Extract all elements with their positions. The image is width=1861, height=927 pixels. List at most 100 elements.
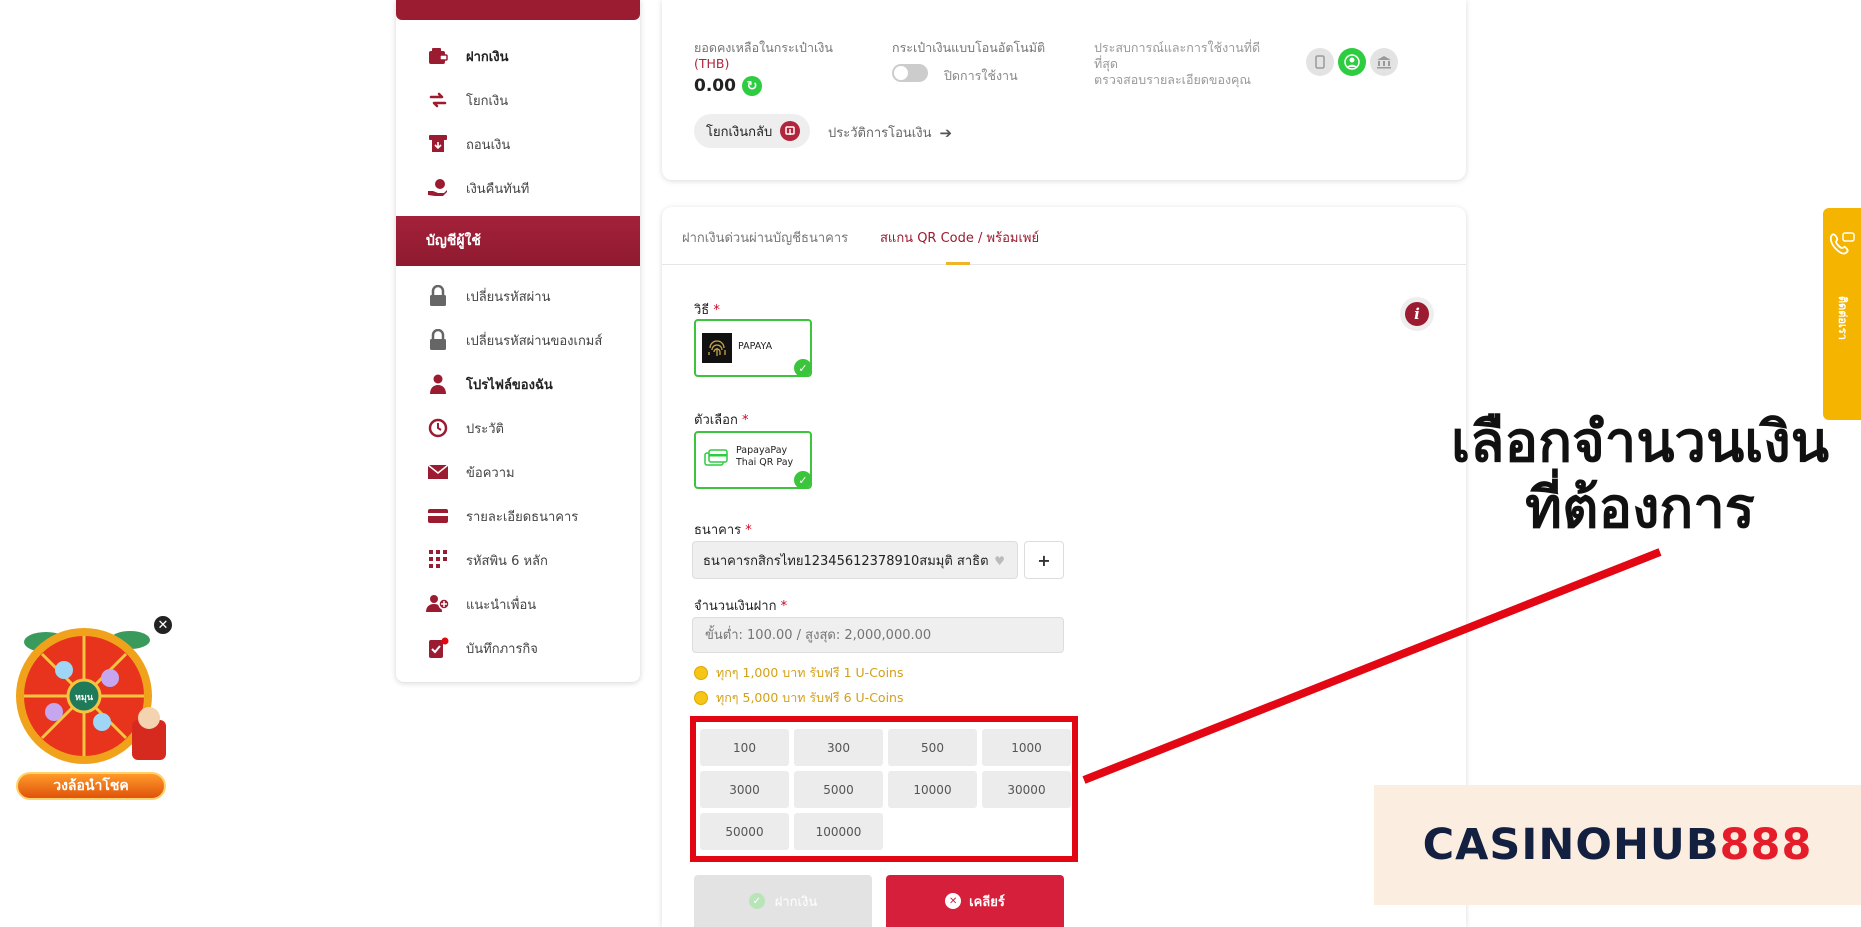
sidebar-item-change-password[interactable]: เปลี่ยนรหัสผ่าน [396, 274, 640, 318]
info-button[interactable]: i [1400, 297, 1434, 331]
profile-verified-icon[interactable] [1338, 48, 1366, 76]
add-bank-button[interactable]: + [1024, 541, 1064, 579]
annotation-callout: เลือกจำนวนเงิน ที่ต้องการ [1420, 410, 1860, 542]
deposit-form-card: ฝากเงินด่วนผ่านบัญชีธนาคาร สแกน QR Code … [662, 207, 1466, 927]
quick-amount-button[interactable]: 300 [794, 729, 883, 766]
phone-verify-icon[interactable] [1306, 48, 1334, 76]
logo-main-text: CASINOHUB [1422, 820, 1720, 870]
sidebar-item-label: ประวัติ [466, 421, 504, 437]
lucky-wheel-label[interactable]: วงล้อนำโชค [16, 772, 166, 800]
clear-button[interactable]: ✕ เคลียร์ [886, 875, 1064, 927]
transfer-back-button[interactable]: โยกเงินกลับ [694, 114, 811, 148]
cashback-hand-icon [426, 176, 450, 200]
transfer-back-icon [780, 121, 801, 141]
quick-amount-button[interactable]: 10000 [888, 771, 977, 808]
quick-amount-button[interactable]: 500 [888, 729, 977, 766]
sidebar-item-label: เปลี่ยนรหัสผ่าน [466, 289, 551, 305]
option-line1: PapayaPay [736, 445, 788, 456]
quick-amount-button[interactable]: 50000 [700, 813, 789, 850]
lucky-wheel-widget[interactable]: หมุน ✕ วงล้อนำโชค [6, 608, 174, 804]
experience-text: ประสบการณ์และการใช้งานที่ดีที่สุด [1094, 40, 1261, 71]
sidebar-item-deposit[interactable]: ฝากเงิน [396, 34, 640, 78]
quick-amount-button[interactable]: 5000 [794, 771, 883, 808]
sidebar-item-mission-log[interactable]: บันทึกภารกิจ [396, 626, 640, 670]
quick-amount-button[interactable]: 100000 [794, 813, 883, 850]
sidebar-item-label: เปลี่ยนรหัสผ่านของเกมส์ [466, 333, 603, 349]
coin-icon [694, 691, 708, 705]
mission-log-icon [426, 636, 450, 660]
check-icon: ✓ [794, 359, 812, 377]
transfer-arrows-icon [426, 88, 450, 112]
auto-transfer-status: ปิดการใช้งาน [944, 68, 1018, 83]
sidebar-top-bar [396, 0, 640, 20]
papaya-logo-icon [702, 333, 732, 363]
sidebar-item-pin[interactable]: รหัสพิน 6 หลัก [396, 538, 640, 582]
sidebar-item-messages[interactable]: ข้อความ [396, 450, 640, 494]
deposit-tabs: ฝากเงินด่วนผ่านบัญชีธนาคาร สแกน QR Code … [662, 207, 1466, 265]
arrow-right-icon: ➔ [939, 123, 953, 142]
quick-amount-button[interactable]: 1000 [982, 729, 1071, 766]
bank-card-icon [426, 504, 450, 528]
quick-amount-button[interactable]: 100 [700, 729, 789, 766]
sidebar-item-transfer[interactable]: โยกเงิน [396, 78, 640, 122]
refresh-balance-button[interactable]: ↻ [742, 76, 762, 96]
sidebar-item-label: บันทึกภารกิจ [466, 641, 538, 657]
info-icon: i [1405, 302, 1429, 326]
sidebar-section-account: บัญชีผู้ใช้ [396, 216, 640, 266]
bank-select[interactable]: ธนาคารกสิกรไทย12345612378910สมมุติ สาธิต… [692, 541, 1018, 579]
close-icon: ✕ [945, 893, 962, 909]
option-line2: Thai QR Pay [736, 457, 794, 468]
bank-verify-icon[interactable] [1370, 48, 1398, 76]
transfer-history-label: ประวัติการโอนเงิน [828, 126, 932, 141]
sidebar-item-label: ถอนเงิน [466, 137, 511, 153]
promo-line-2: ทุกๆ 5,000 บาท รับฟรี 6 U-Coins [694, 688, 903, 708]
account-sidebar: ฝากเงิน โยกเงิน ถอนเงิน เงินคืนทันที บัญ… [396, 0, 640, 682]
required-star: * [780, 599, 788, 614]
sidebar-item-label: ข้อความ [466, 465, 515, 481]
mail-icon [426, 460, 450, 484]
required-star: * [713, 303, 720, 318]
casinohub-logo: CASINOHUB888 [1374, 785, 1861, 905]
history-clock-icon [426, 416, 450, 440]
required-star: * [745, 523, 752, 538]
sidebar-item-cashback[interactable]: เงินคืนทันที [396, 166, 640, 210]
annotation-line2: ที่ต้องการ [1525, 476, 1755, 541]
sidebar-item-withdraw[interactable]: ถอนเงิน [396, 122, 640, 166]
tab-qr-code[interactable]: สแกน QR Code / พร้อมเพย์ [880, 227, 1039, 248]
bank-label: ธนาคาร [694, 523, 742, 538]
refer-friends-icon [426, 592, 450, 616]
submit-deposit-button[interactable]: ✓ ฝากเงิน [694, 875, 872, 927]
close-wheel-button[interactable]: ✕ [152, 614, 174, 636]
quick-amount-grid: 100 300 500 1000 3000 5000 10000 30000 5… [700, 729, 1071, 850]
chevron-down-icon: ♥ [994, 554, 1005, 568]
sidebar-item-label: โยกเงิน [466, 93, 509, 109]
deposit-amount-input[interactable] [692, 617, 1064, 653]
withdraw-icon [426, 132, 450, 156]
quick-amount-button[interactable]: 3000 [700, 771, 789, 808]
sidebar-item-refer-friend[interactable]: แนะนำเพื่อน [396, 582, 640, 626]
currency-label: (THB) [694, 56, 730, 71]
transfer-back-label: โยกเงินกลับ [706, 124, 773, 140]
auto-transfer-toggle[interactable] [892, 64, 928, 82]
balance-label: ยอดคงเหลือในกระเป๋าเงิน [694, 40, 833, 55]
method-label: วิธี [694, 303, 710, 318]
contact-side-tab[interactable]: ติดต่อเรา [1823, 208, 1861, 420]
quick-amount-button[interactable]: 30000 [982, 771, 1071, 808]
sidebar-item-label: รหัสพิน 6 หลัก [466, 553, 548, 569]
promo-text: ทุกๆ 5,000 บาท รับฟรี 6 U-Coins [716, 690, 904, 705]
transfer-history-link[interactable]: ประวัติการโอนเงิน ➔ [828, 122, 952, 143]
method-option-papaya[interactable]: PAPAYA ✓ [694, 319, 812, 377]
tab-bank-deposit[interactable]: ฝากเงินด่วนผ่านบัญชีธนาคาร [682, 227, 848, 248]
contact-label: ติดต่อเรา [1836, 296, 1849, 340]
sidebar-item-bank-details[interactable]: รายละเอียดธนาคาร [396, 494, 640, 538]
promo-text: ทุกๆ 1,000 บาท รับฟรี 1 U-Coins [716, 665, 904, 680]
option-papayapay-qr[interactable]: PapayaPay Thai QR Pay ✓ [694, 431, 812, 489]
lucky-wheel-icon: หมุน [16, 628, 166, 764]
sidebar-item-history[interactable]: ประวัติ [396, 406, 640, 450]
clear-label: เคลียร์ [969, 894, 1005, 910]
sidebar-item-change-game-password[interactable]: เปลี่ยนรหัสผ่านของเกมส์ [396, 318, 640, 362]
coin-icon [694, 666, 708, 680]
phone-chat-icon [1828, 232, 1856, 262]
sidebar-item-profile[interactable]: โปรไฟล์ของฉัน [396, 362, 640, 406]
card-payment-icon [704, 449, 728, 473]
